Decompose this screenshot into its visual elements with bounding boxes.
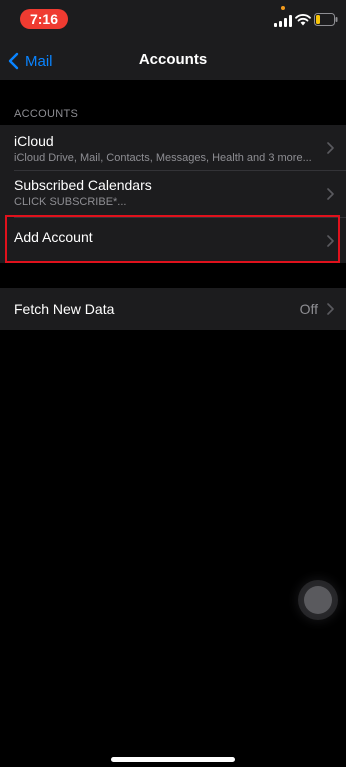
account-subtitle: iCloud Drive, Mail, Contacts, Messages, … (14, 152, 312, 164)
fetch-new-data-label: Fetch New Data (14, 301, 115, 317)
account-row-subscribed-calendars[interactable]: Subscribed Calendars CLICK SUBSCRIBE*... (0, 171, 346, 215)
home-indicator[interactable] (111, 757, 235, 762)
status-time: 7:16 (20, 9, 68, 29)
account-title: Subscribed Calendars (14, 177, 152, 193)
assistive-touch-button[interactable] (304, 586, 332, 614)
fetch-settings-list: Fetch New Data Off (0, 288, 346, 330)
battery-icon (314, 13, 338, 26)
status-bar: 7:16 (0, 0, 346, 40)
page-title: Accounts (138, 51, 208, 68)
wifi-icon (295, 14, 311, 26)
chevron-right-icon (327, 188, 334, 200)
signal-icon (274, 15, 292, 27)
fetch-new-data-row[interactable]: Fetch New Data Off (0, 288, 346, 330)
section-header-accounts: ACCOUNTS (14, 108, 79, 120)
highlight-box (5, 215, 340, 263)
account-title: iCloud (14, 133, 54, 149)
navigation-bar: Mail Accounts (0, 40, 346, 80)
privacy-indicator-dot (281, 6, 285, 10)
fetch-new-data-value: Off (299, 301, 318, 317)
account-subtitle: CLICK SUBSCRIBE*... (14, 196, 127, 208)
chevron-right-icon (327, 142, 334, 154)
chevron-right-icon (327, 303, 334, 315)
account-row-icloud[interactable]: iCloud iCloud Drive, Mail, Contacts, Mes… (0, 125, 346, 169)
